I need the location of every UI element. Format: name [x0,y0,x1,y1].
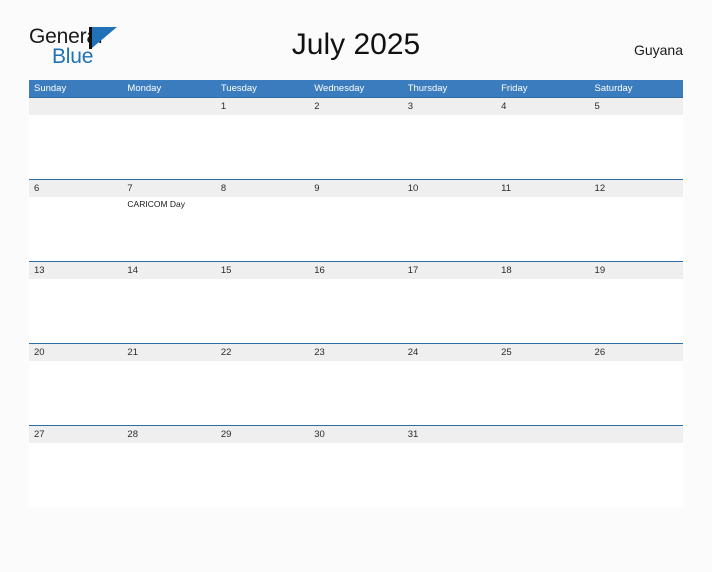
day-number[interactable]: 28 [122,426,215,443]
day-cell[interactable] [496,279,589,343]
week-event-band [29,361,683,425]
day-cell[interactable] [29,443,122,507]
weekday-header-thursday: Thursday [407,83,448,94]
day-cell[interactable] [403,197,496,261]
day-cell[interactable] [122,279,215,343]
day-cell[interactable] [590,279,683,343]
day-cell[interactable] [122,443,215,507]
day-cell[interactable] [216,279,309,343]
day-cell[interactable] [122,115,215,179]
day-number[interactable]: 20 [29,344,122,361]
day-cell[interactable] [216,115,309,179]
day-number[interactable]: 11 [496,180,589,197]
day-cell[interactable] [496,361,589,425]
day-number[interactable]: 25 [496,344,589,361]
day-number[interactable]: 13 [29,262,122,279]
day-cell[interactable] [590,115,683,179]
day-cell[interactable] [29,361,122,425]
day-number[interactable]: 3 [403,98,496,115]
day-number[interactable]: 12 [590,180,683,197]
day-cell[interactable] [403,279,496,343]
day-number[interactable]: 5 [590,98,683,115]
day-number[interactable]: 27 [29,426,122,443]
day-number[interactable]: 1 [216,98,309,115]
week-date-band: 13 14 15 16 17 18 19 [29,262,683,279]
week-row: 20 21 22 23 24 25 26 [29,343,683,425]
day-cell[interactable] [216,197,309,261]
day-cell[interactable] [496,115,589,179]
week-event-band [29,115,683,179]
day-number[interactable]: 6 [29,180,122,197]
country-label: Guyana [633,42,683,58]
day-number[interactable]: 30 [309,426,402,443]
day-number[interactable]: 15 [216,262,309,279]
day-number[interactable]: 16 [309,262,402,279]
day-cell[interactable] [29,279,122,343]
week-date-band: 20 21 22 23 24 25 26 [29,344,683,361]
week-row: 27 28 29 30 31 [29,425,683,507]
weekday-header-tuesday: Tuesday [220,83,257,94]
day-cell[interactable] [29,115,122,179]
day-number[interactable]: 14 [122,262,215,279]
day-cell[interactable] [216,443,309,507]
day-number[interactable]: 22 [216,344,309,361]
day-cell[interactable] [403,361,496,425]
day-cell[interactable] [309,361,402,425]
day-number[interactable]: 24 [403,344,496,361]
week-event-band [29,443,683,507]
day-cell[interactable] [122,361,215,425]
weekday-header-row: Sunday Monday Tuesday Wednesday Thursday… [29,80,683,97]
week-date-band: 1 2 3 4 5 [29,98,683,115]
day-number[interactable]: 19 [590,262,683,279]
week-date-band: 27 28 29 30 31 [29,426,683,443]
weekday-header-sunday: Sunday [34,83,67,94]
week-event-band [29,279,683,343]
day-number[interactable]: 29 [216,426,309,443]
day-number[interactable]: 4 [496,98,589,115]
day-cell[interactable] [309,279,402,343]
day-cell[interactable] [590,197,683,261]
weekday-header-friday: Friday [501,83,528,94]
page-title: July 2025 [291,28,421,61]
day-number[interactable]: 21 [122,344,215,361]
day-cell[interactable] [403,115,496,179]
week-event-band: CARICOM Day [29,197,683,261]
day-number[interactable]: 7 [122,180,215,197]
weekday-header-saturday: Saturday [594,83,633,94]
day-number[interactable]: 18 [496,262,589,279]
day-cell[interactable] [496,443,589,507]
day-number[interactable]: 10 [403,180,496,197]
weekday-header-wednesday: Wednesday [314,83,365,94]
day-number[interactable] [122,98,215,115]
weekday-header-monday: Monday [127,83,162,94]
week-row: 1 2 3 4 5 [29,97,683,179]
week-date-band: 6 7 8 9 10 11 12 [29,180,683,197]
day-number[interactable] [590,426,683,443]
day-number[interactable]: 2 [309,98,402,115]
day-cell[interactable] [403,443,496,507]
day-cell[interactable]: CARICOM Day [122,197,215,261]
day-cell[interactable] [29,197,122,261]
page-header: General Blue July 2025 Guyana [29,22,683,80]
day-cell[interactable] [309,443,402,507]
day-number[interactable]: 23 [309,344,402,361]
day-cell[interactable] [496,197,589,261]
week-row: 6 7 8 9 10 11 12 CARICOM Day [29,179,683,261]
day-number[interactable]: 26 [590,344,683,361]
day-cell[interactable] [590,361,683,425]
day-number[interactable]: 17 [403,262,496,279]
calendar-grid: Sunday Monday Tuesday Wednesday Thursday… [29,80,683,507]
day-cell[interactable] [309,115,402,179]
week-row: 13 14 15 16 17 18 19 [29,261,683,343]
day-cell[interactable] [590,443,683,507]
day-number[interactable] [29,98,122,115]
day-number[interactable]: 31 [403,426,496,443]
day-number[interactable]: 9 [309,180,402,197]
day-number[interactable] [496,426,589,443]
day-cell[interactable] [309,197,402,261]
event-label: CARICOM Day [127,199,186,209]
day-cell[interactable] [216,361,309,425]
calendar-page: General Blue July 2025 Guyana Sunday Mon… [0,22,712,572]
day-number[interactable]: 8 [216,180,309,197]
